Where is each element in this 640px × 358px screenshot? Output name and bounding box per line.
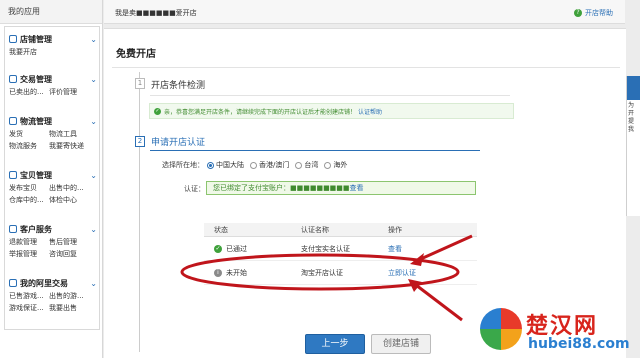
sidebar-group-store: 店铺管理 ⌄ 我要开店	[9, 33, 97, 58]
column-header: 操作	[388, 226, 402, 234]
sidebar-group-title[interactable]: 交易管理 ⌄	[9, 73, 97, 85]
sidebar-header: 我的应用	[0, 0, 102, 24]
alipay-bound-box: 您已绑定了支付宝账户：■■■■■■■■■查看	[206, 181, 476, 195]
step-line	[139, 72, 140, 352]
sidebar-group-trade: 交易管理 ⌄ 已卖出的... 评价管理	[9, 73, 97, 98]
sidebar-link[interactable]: 发货	[9, 128, 49, 140]
radio-taiwan[interactable]: 台湾	[295, 160, 318, 170]
column-header: 状态	[214, 225, 228, 234]
sidebar-link[interactable]: 退款管理	[9, 236, 49, 248]
certify-now-link[interactable]: 立即认证	[388, 261, 477, 284]
logistics-icon	[9, 117, 17, 125]
sidebar-link[interactable]: 仓库中的...	[9, 194, 49, 206]
step-2-title: 申请开店认证	[151, 138, 206, 148]
sidebar-group-logistics: 物流管理 ⌄ 发货 物流工具 物流服务 我要寄快递	[9, 115, 97, 152]
sidebar-group-ali: 我的阿里交易 ⌄ 已售游戏... 出售的游... 游戏保证... 我要出售	[9, 277, 97, 314]
table-header: 状态 认证名称 操作	[204, 223, 477, 237]
sidebar-link[interactable]: 评价管理	[49, 86, 89, 98]
help-icon: ?	[574, 9, 582, 17]
sidebar-menu: 店铺管理 ⌄ 我要开店 交易管理 ⌄ 已卖出的... 评价管理 物流管理 ⌄ 发…	[4, 26, 100, 330]
sidebar-link[interactable]: 已卖出的...	[9, 86, 49, 98]
check-icon: ✓	[214, 244, 222, 253]
panel-text: 为 开 提 我	[628, 102, 635, 133]
check-icon: ✓	[154, 107, 161, 115]
info-icon: i	[214, 268, 222, 277]
sidebar-link[interactable]: 物流服务	[9, 140, 49, 152]
radio-icon	[324, 161, 332, 169]
radio-icon	[250, 161, 257, 169]
auth-label: 认证：	[184, 185, 205, 193]
divider	[150, 95, 510, 96]
watermark-logo-icon	[480, 308, 522, 350]
sidebar-link[interactable]: 物流工具	[49, 128, 89, 140]
chevron-down-icon[interactable]: ⌄	[90, 225, 97, 234]
radio-icon	[295, 161, 303, 169]
sidebar-link-open-store[interactable]: 我要开店	[9, 46, 49, 58]
sidebar: 我的应用 店铺管理 ⌄ 我要开店 交易管理 ⌄ 已卖出的... 评价管理 物流管…	[0, 0, 103, 358]
trade-icon	[9, 75, 17, 83]
welcome-text: 我是卖■■■■■■爱开店	[115, 9, 197, 17]
view-link[interactable]: 查看	[388, 237, 477, 260]
page-title: 免费开店	[116, 49, 156, 60]
table-row: i 未开始 淘宝开店认证 立即认证	[204, 261, 477, 285]
auth-name: 支付宝实名认证	[301, 245, 350, 253]
step-1-number: 1	[135, 78, 145, 89]
help-link[interactable]: ? 开店帮助	[574, 8, 613, 18]
step-1-title: 开店条件检测	[151, 81, 206, 91]
radio-hk-macau[interactable]: 香港/澳门	[250, 160, 289, 170]
watermark-logo: 楚汉网 hubei88.com	[480, 306, 640, 358]
column-header: 认证名称	[301, 226, 329, 234]
sidebar-link[interactable]: 出售的游...	[49, 290, 89, 302]
auth-name: 淘宝开店认证	[301, 269, 343, 277]
sidebar-link[interactable]: 我要寄快递	[49, 140, 89, 152]
side-float-panel[interactable]: 为 开 提 我	[626, 76, 640, 216]
watermark-url: hubei88.com	[528, 336, 630, 352]
radio-checked-icon	[207, 161, 214, 169]
goods-icon	[9, 171, 17, 179]
condition-notice: ✓ 亲，恭喜您满足开店条件，请继续完成下面的开店认证后才能创建店铺！ 认证帮助	[149, 103, 514, 119]
store-icon	[9, 35, 17, 43]
panel-header	[627, 76, 640, 100]
radio-overseas[interactable]: 海外	[324, 160, 347, 170]
sidebar-link[interactable]: 我要出售	[49, 302, 89, 314]
divider	[112, 67, 620, 68]
chevron-down-icon[interactable]: ⌄	[90, 117, 97, 126]
sidebar-group-title[interactable]: 我的阿里交易 ⌄	[9, 277, 97, 289]
sidebar-group-service: 客户服务 ⌄ 退款管理 售后管理 举报管理 咨询回复	[9, 223, 97, 260]
status-text: 已通过	[226, 244, 247, 253]
status-text: 未开始	[226, 268, 247, 277]
sidebar-group-title[interactable]: 宝贝管理 ⌄	[9, 169, 97, 181]
ali-icon	[9, 279, 17, 287]
sidebar-link[interactable]: 咨询回复	[49, 248, 89, 260]
sidebar-group-title[interactable]: 物流管理 ⌄	[9, 115, 97, 127]
chevron-down-icon[interactable]: ⌄	[90, 75, 97, 84]
chevron-down-icon[interactable]: ⌄	[90, 35, 97, 44]
step-2-number: 2	[135, 136, 145, 147]
table-row: ✓ 已通过 支付宝实名认证 查看	[204, 237, 477, 261]
sidebar-link[interactable]: 售后管理	[49, 236, 89, 248]
sidebar-group-title[interactable]: 店铺管理 ⌄	[9, 33, 97, 45]
radio-mainland[interactable]: 中国大陆	[207, 160, 244, 170]
auth-help-link[interactable]: 认证帮助	[358, 107, 382, 116]
chevron-down-icon[interactable]: ⌄	[90, 171, 97, 180]
create-store-button[interactable]: 创建店铺	[371, 334, 431, 354]
region-label: 选择所在地：	[162, 161, 204, 169]
top-bar: 我是卖■■■■■■爱开店 ? 开店帮助	[104, 0, 625, 24]
sidebar-link[interactable]: 已售游戏...	[9, 290, 49, 302]
sidebar-link[interactable]: 游戏保证...	[9, 302, 49, 314]
sidebar-link[interactable]: 举报管理	[9, 248, 49, 260]
sidebar-link[interactable]: 出售中的...	[49, 182, 89, 194]
auth-table: 状态 认证名称 操作 ✓ 已通过 支付宝实名认证 查看 i 未开始 淘宝开店认证 立…	[204, 223, 477, 285]
sidebar-link[interactable]: 体检中心	[49, 194, 89, 206]
sidebar-group-title[interactable]: 客户服务 ⌄	[9, 223, 97, 235]
sidebar-link[interactable]: 发布宝贝	[9, 182, 49, 194]
sidebar-group-goods: 宝贝管理 ⌄ 发布宝贝 出售中的... 仓库中的... 体检中心	[9, 169, 97, 206]
divider	[150, 150, 480, 151]
service-icon	[9, 225, 17, 233]
previous-step-button[interactable]: 上一步	[305, 334, 365, 354]
region-radio-group: 中国大陆 香港/澳门 台湾 海外	[207, 160, 353, 170]
chevron-down-icon[interactable]: ⌄	[90, 279, 97, 288]
view-alipay-link[interactable]: 查看	[350, 184, 364, 192]
